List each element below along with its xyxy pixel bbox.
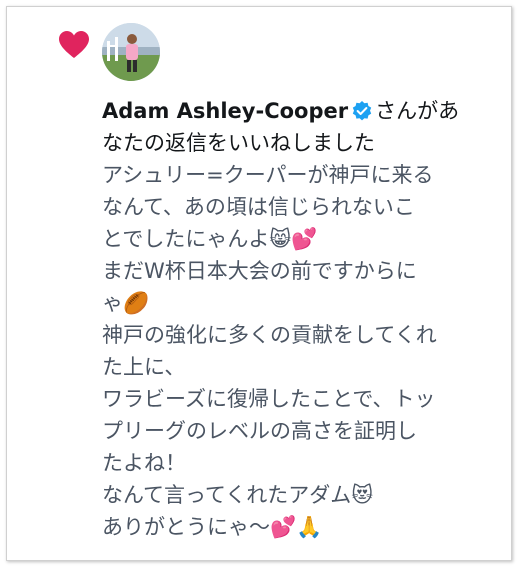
tweet-line: とでしたにゃんよ😸💕 [102, 227, 318, 251]
tweet-line: た上に、 [102, 355, 186, 379]
tweet-line: たよね！ [102, 451, 186, 475]
tweet-line: なんて、あの頃は信じられないこ [102, 195, 415, 219]
notification-card[interactable]: Adam Ashley-Cooper さんがあ なたの返信をいいねしました アシュ… [6, 6, 512, 561]
user-name[interactable]: Adam Ashley-Cooper [102, 99, 348, 123]
tweet-line: ありがとうにゃ〜💕🙏 [102, 515, 323, 539]
tweet-line: プリーグのレベルの高さを証明し [102, 419, 417, 443]
avatar-photo [102, 23, 160, 81]
tweet-line: ワラビーズに復帰したことで、トッ [102, 387, 436, 411]
tweet-line: なんて言ってくれたアダム😻 [102, 483, 374, 507]
notification-line-2: なたの返信をいいねしました [102, 131, 375, 155]
tweet-line: ゃ🏉 [102, 291, 150, 315]
action-text-1: さんがあ [375, 99, 460, 123]
tweet-line: まだW杯日本大会の前ですからに [102, 259, 417, 283]
avatar[interactable] [102, 23, 160, 81]
heart-icon [59, 31, 89, 58]
verified-badge-icon [352, 101, 372, 121]
notification-line-1: Adam Ashley-Cooper さんがあ [102, 95, 502, 127]
tweet-line: アシュリー=クーパーが神戸に来る [102, 163, 434, 187]
tweet-text[interactable]: アシュリー=クーパーが神戸に来る なんて、あの頃は信じられないこ とでしたにゃん… [102, 159, 502, 543]
notification-body: Adam Ashley-Cooper さんがあ なたの返信をいいねしました アシュ… [102, 95, 502, 543]
tweet-line: 神戸の強化に多くの貢献をしてくれ [102, 323, 437, 347]
